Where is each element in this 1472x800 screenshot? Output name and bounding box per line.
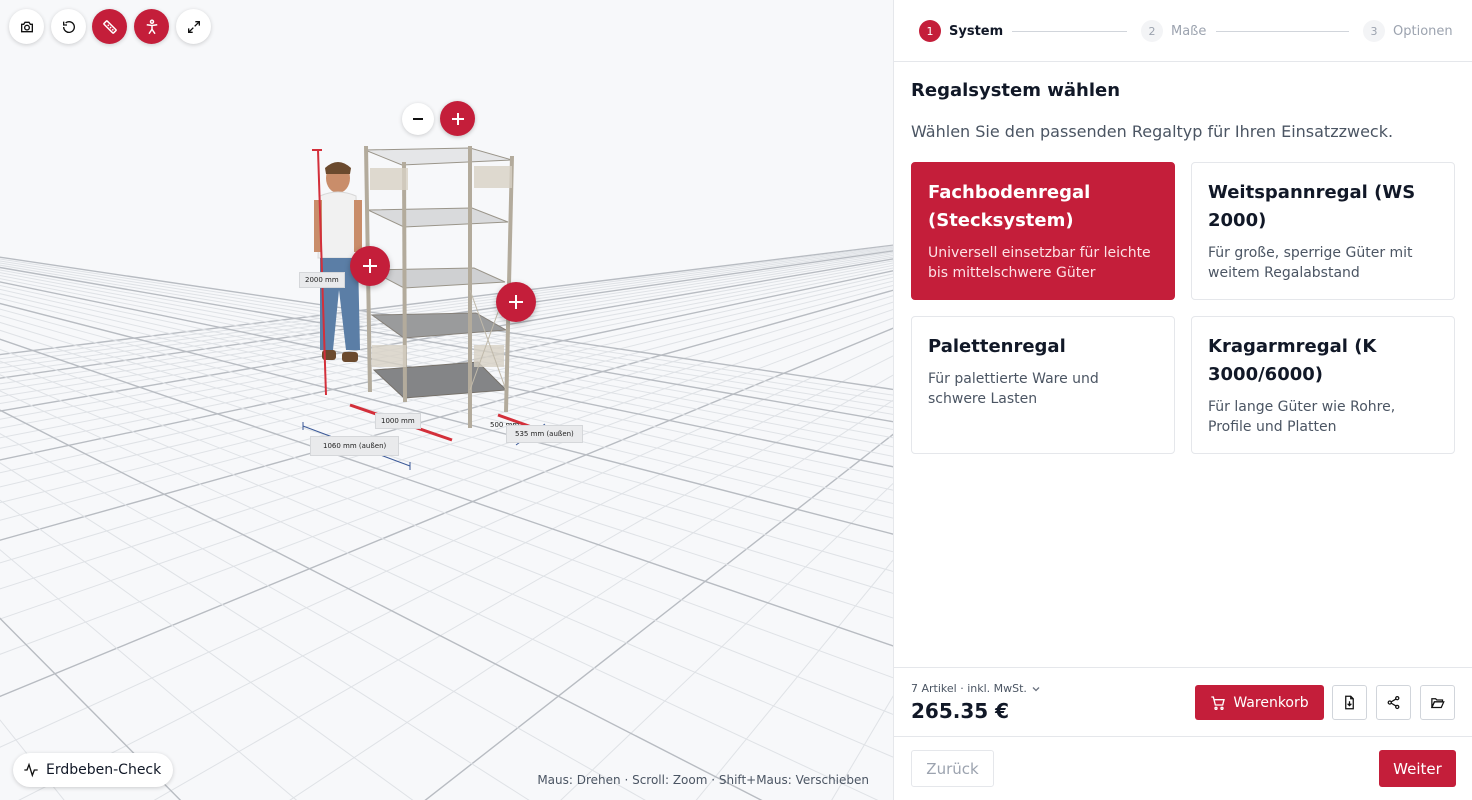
person-icon	[146, 19, 157, 34]
3d-viewport[interactable]: 2000 mm 1000 mm 1060 mm (außen) 500 mm 5…	[0, 0, 893, 800]
card-description: Für palettierte Ware und schwere Lasten	[928, 371, 1099, 407]
system-card-palettenregal[interactable]: Palettenregal Für palettierte Ware und s…	[911, 316, 1175, 454]
download-button[interactable]	[1332, 685, 1367, 720]
back-button[interactable]: Zurück	[911, 750, 994, 787]
camera-button[interactable]	[9, 9, 44, 44]
section-subtitle: Wählen Sie den passenden Regaltyp für Ih…	[911, 122, 1394, 141]
stepper: 1 System 2 Maße 3 Optionen	[894, 0, 1472, 62]
folder-open-icon	[1430, 698, 1445, 709]
step-connector	[1216, 31, 1349, 32]
camera-icon	[20, 21, 33, 32]
step-number: 3	[1363, 20, 1385, 42]
file-download-icon	[1345, 695, 1354, 710]
step-label: Optionen	[1393, 23, 1453, 39]
step-label: System	[949, 23, 1004, 39]
configurator-panel: 1 System 2 Maße 3 Optionen Regalsystem w…	[893, 0, 1472, 800]
share-button[interactable]	[1376, 685, 1411, 720]
activity-icon	[24, 762, 38, 778]
measure-toggle-button[interactable]	[92, 9, 127, 44]
card-description: Universell einsetzbar für leichte bis mi…	[928, 245, 1151, 281]
items-summary-toggle[interactable]: 7 Artikel · inkl. MwSt.	[911, 682, 1041, 695]
card-title: Kragarmregal (K 3000/6000)	[1208, 336, 1377, 385]
earthquake-check-button[interactable]: Erdbeben-Check	[13, 753, 174, 787]
step-label: Maße	[1171, 23, 1207, 39]
card-title: Weitspannregal (WS 2000)	[1208, 182, 1416, 231]
add-to-cart-button[interactable]: Warenkorb	[1195, 685, 1324, 720]
card-description: Für große, sperrige Güter mit weitem Reg…	[1208, 245, 1413, 281]
price-summary: 7 Artikel · inkl. MwSt. 265.35 € Warenko…	[894, 667, 1472, 737]
step-optionen[interactable]: 3 Optionen	[1363, 20, 1453, 42]
fullscreen-button[interactable]	[176, 9, 211, 44]
system-card-kragarmregal[interactable]: Kragarmregal (K 3000/6000) Für lange Güt…	[1191, 316, 1455, 454]
add-shelf-top-button[interactable]	[440, 101, 475, 136]
step-masse[interactable]: 2 Maße	[1141, 20, 1206, 42]
card-title: Palettenregal	[928, 336, 1066, 357]
plus-icon	[451, 112, 464, 125]
open-button[interactable]	[1420, 685, 1455, 720]
reset-view-button[interactable]	[51, 9, 86, 44]
cart-icon	[1211, 695, 1226, 710]
step-number: 2	[1141, 20, 1163, 42]
reset-view-icon	[62, 20, 75, 33]
ruler-icon	[102, 19, 117, 34]
outer-depth-dimension-label: 535 mm (außen)	[506, 425, 583, 443]
section-title: Regalsystem wählen	[911, 80, 1121, 101]
earthquake-check-label: Erdbeben-Check	[46, 762, 162, 778]
cart-button-label: Warenkorb	[1233, 694, 1309, 711]
plus-icon	[509, 295, 523, 309]
outer-width-dimension-label: 1060 mm (außen)	[310, 436, 400, 456]
height-dimension-label: 2000 mm	[299, 272, 345, 288]
share-icon	[1387, 695, 1400, 710]
remove-shelf-button[interactable]	[402, 103, 434, 135]
card-description: Für lange Güter wie Rohre, Profile und P…	[1208, 399, 1396, 435]
add-section-left-button[interactable]	[350, 246, 390, 286]
chevron-down-icon	[1032, 686, 1040, 691]
items-count-label: 7 Artikel · inkl. MwSt.	[911, 682, 1027, 695]
card-title: Fachbodenregal (Stecksystem)	[928, 182, 1091, 231]
person-toggle-button[interactable]	[134, 9, 169, 44]
system-card-fachbodenregal[interactable]: Fachbodenregal (Stecksystem) Universell …	[911, 162, 1175, 300]
next-button[interactable]: Weiter	[1379, 750, 1456, 787]
add-section-right-button[interactable]	[496, 282, 536, 322]
wizard-navigation: Zurück Weiter	[894, 736, 1472, 800]
plus-icon	[363, 259, 377, 273]
system-card-weitspannregal[interactable]: Weitspannregal (WS 2000) Für große, sper…	[1191, 162, 1455, 300]
minus-icon	[413, 118, 423, 120]
total-price: 265.35 €	[911, 699, 1010, 723]
width-dimension-label: 1000 mm	[375, 413, 421, 429]
fullscreen-icon	[187, 20, 200, 33]
step-system[interactable]: 1 System	[919, 20, 1003, 42]
step-number: 1	[919, 20, 941, 42]
navigation-hint: Maus: Drehen · Scroll: Zoom · Shift+Maus…	[537, 773, 869, 787]
step-connector	[1012, 31, 1127, 32]
